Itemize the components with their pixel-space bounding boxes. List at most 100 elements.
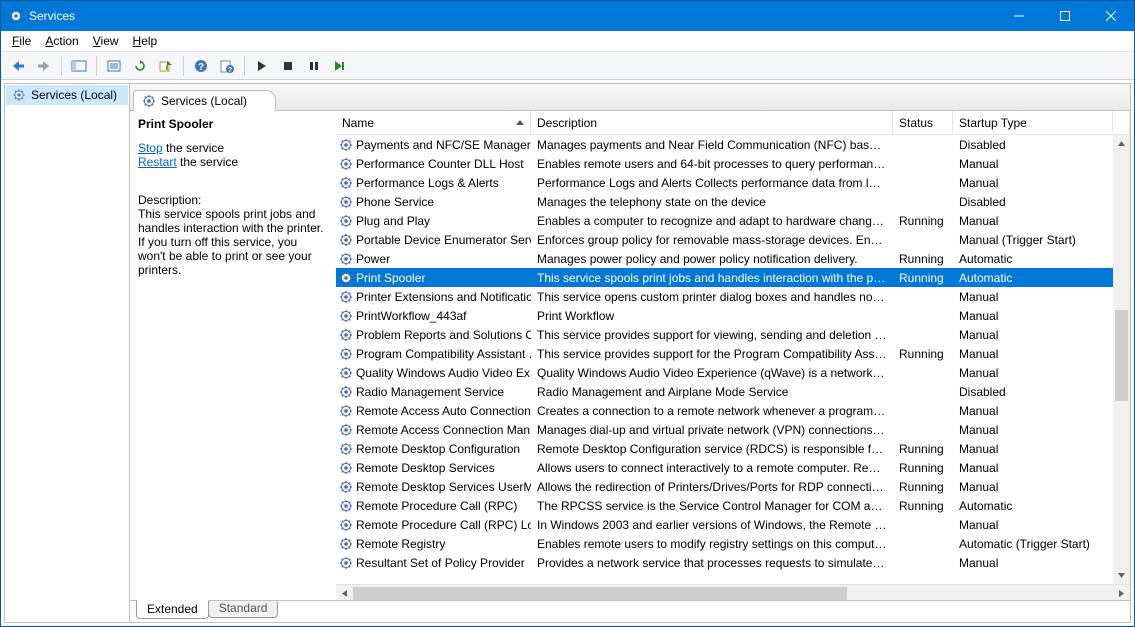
table-row[interactable]: PrintWorkflow_443afPrint WorkflowManual bbox=[336, 306, 1113, 325]
table-row[interactable]: Phone ServiceManages the telephony state… bbox=[336, 192, 1113, 211]
table-row[interactable]: Remote Desktop ConfigurationRemote Deskt… bbox=[336, 439, 1113, 458]
table-row[interactable]: Print SpoolerThis service spools print j… bbox=[336, 268, 1113, 287]
back-button[interactable] bbox=[6, 54, 30, 78]
refresh-button[interactable] bbox=[128, 54, 152, 78]
scroll-thumb[interactable] bbox=[1115, 310, 1128, 401]
gear-icon bbox=[338, 384, 353, 399]
service-name: Remote Desktop Configuration bbox=[356, 442, 520, 456]
table-row[interactable]: Remote Procedure Call (RPC)The RPCSS ser… bbox=[336, 496, 1113, 515]
table-row[interactable]: Program Compatibility Assistant ...This … bbox=[336, 344, 1113, 363]
restart-service-button[interactable] bbox=[328, 54, 352, 78]
gear-icon bbox=[338, 308, 353, 323]
gear-icon bbox=[338, 479, 353, 494]
table-row[interactable]: Performance Logs & AlertsPerformance Log… bbox=[336, 173, 1113, 192]
service-name: Remote Procedure Call (RPC) bbox=[356, 499, 517, 513]
tab-extended[interactable]: Extended bbox=[136, 600, 209, 619]
table-row[interactable]: Resultant Set of Policy ProviderProvides… bbox=[336, 553, 1113, 572]
service-name: Program Compatibility Assistant ... bbox=[356, 347, 531, 361]
toolbar-separator bbox=[96, 56, 97, 76]
help-topic-button[interactable]: ? bbox=[215, 54, 239, 78]
table-row[interactable]: PowerManages power policy and power poli… bbox=[336, 249, 1113, 268]
description-label: Description: bbox=[138, 193, 328, 207]
table-row[interactable]: Remote Desktop Services UserM...Allows t… bbox=[336, 477, 1113, 496]
table-row[interactable]: Remote Desktop ServicesAllows users to c… bbox=[336, 458, 1113, 477]
scroll-down-arrow-icon[interactable] bbox=[1113, 567, 1130, 584]
stop-service-link[interactable]: Stop bbox=[138, 141, 163, 155]
table-row[interactable]: Plug and PlayEnables a computer to recog… bbox=[336, 211, 1113, 230]
column-header-startup[interactable]: Startup Type bbox=[953, 111, 1113, 134]
gear-icon bbox=[338, 270, 353, 285]
service-startup-type: Manual bbox=[953, 157, 1113, 171]
table-row[interactable]: Printer Extensions and Notificatio...Thi… bbox=[336, 287, 1113, 306]
gear-icon bbox=[338, 232, 353, 247]
service-startup-type: Manual bbox=[953, 480, 1113, 494]
console-tree[interactable]: Services (Local) bbox=[4, 83, 130, 623]
scroll-right-arrow-icon[interactable] bbox=[1113, 585, 1130, 602]
service-startup-type: Disabled bbox=[953, 138, 1113, 152]
maximize-button[interactable] bbox=[1042, 1, 1088, 31]
svg-text:?: ? bbox=[228, 67, 232, 73]
toolbar-separator bbox=[61, 56, 62, 76]
table-row[interactable]: Performance Counter DLL HostEnables remo… bbox=[336, 154, 1113, 173]
tab-standard[interactable]: Standard bbox=[208, 601, 279, 618]
scroll-up-arrow-icon[interactable] bbox=[1113, 135, 1130, 152]
menu-view[interactable]: View bbox=[86, 32, 126, 50]
table-row[interactable]: Remote Access Auto Connection...Creates … bbox=[336, 401, 1113, 420]
toolbar-separator bbox=[244, 56, 245, 76]
table-row[interactable]: Remote RegistryEnables remote users to m… bbox=[336, 534, 1113, 553]
export-button[interactable] bbox=[154, 54, 178, 78]
table-body[interactable]: Payments and NFC/SE ManagerManages payme… bbox=[336, 135, 1113, 584]
gear-icon bbox=[338, 403, 353, 418]
table-row[interactable]: Remote Procedure Call (RPC) Lo...In Wind… bbox=[336, 515, 1113, 534]
table-row[interactable]: Portable Device Enumerator Servi...Enfor… bbox=[336, 230, 1113, 249]
column-header-name[interactable]: Name bbox=[336, 111, 531, 134]
service-name: Quality Windows Audio Video Ex... bbox=[356, 366, 531, 380]
table-row[interactable]: Payments and NFC/SE ManagerManages payme… bbox=[336, 135, 1113, 154]
show-hide-tree-button[interactable] bbox=[67, 54, 91, 78]
app-gear-icon bbox=[9, 9, 23, 23]
forward-button[interactable] bbox=[32, 54, 56, 78]
table-row[interactable]: Radio Management ServiceRadio Management… bbox=[336, 382, 1113, 401]
scroll-track[interactable] bbox=[353, 585, 1113, 602]
pause-service-button[interactable] bbox=[302, 54, 326, 78]
help-button[interactable]: ? bbox=[189, 54, 213, 78]
table-row[interactable]: Remote Access Connection Man...Manages d… bbox=[336, 420, 1113, 439]
stop-service-button[interactable] bbox=[276, 54, 300, 78]
scroll-left-arrow-icon[interactable] bbox=[336, 585, 353, 602]
column-header-description[interactable]: Description bbox=[531, 111, 893, 134]
service-description: Print Workflow bbox=[531, 309, 893, 323]
service-startup-type: Manual bbox=[953, 556, 1113, 570]
gear-icon bbox=[338, 213, 353, 228]
service-description: Enables remote users and 64-bit processe… bbox=[531, 157, 893, 171]
service-status: Running bbox=[893, 461, 953, 475]
horizontal-scrollbar[interactable] bbox=[336, 584, 1130, 601]
start-service-button[interactable] bbox=[250, 54, 274, 78]
tree-node-services-local[interactable]: Services (Local) bbox=[6, 85, 128, 105]
tree-node-label: Services (Local) bbox=[31, 88, 117, 102]
service-status: Running bbox=[893, 480, 953, 494]
service-startup-type: Manual bbox=[953, 328, 1113, 342]
table-row[interactable]: Problem Reports and Solutions C...This s… bbox=[336, 325, 1113, 344]
column-header-scroll bbox=[1113, 111, 1130, 134]
service-startup-type: Manual bbox=[953, 290, 1113, 304]
vertical-scrollbar[interactable] bbox=[1113, 135, 1130, 584]
table-header: Name Description Status Startup Type bbox=[336, 111, 1130, 135]
menu-file[interactable]: File bbox=[5, 32, 38, 50]
restart-service-link[interactable]: Restart bbox=[138, 155, 177, 169]
service-startup-type: Disabled bbox=[953, 385, 1113, 399]
menu-action[interactable]: Action bbox=[38, 32, 85, 50]
minimize-button[interactable] bbox=[996, 1, 1042, 31]
menu-help[interactable]: Help bbox=[126, 32, 165, 50]
service-startup-type: Manual bbox=[953, 214, 1113, 228]
close-button[interactable] bbox=[1088, 1, 1134, 31]
scroll-track[interactable] bbox=[1113, 152, 1130, 567]
properties-button[interactable] bbox=[102, 54, 126, 78]
column-header-status[interactable]: Status bbox=[893, 111, 953, 134]
table-row[interactable]: Quality Windows Audio Video Ex...Quality… bbox=[336, 363, 1113, 382]
description-text: This service spools print jobs and handl… bbox=[138, 207, 328, 277]
scroll-thumb[interactable] bbox=[353, 587, 847, 600]
gear-icon bbox=[13, 89, 26, 102]
gear-icon bbox=[338, 251, 353, 266]
services-window: Services File Action View Help ? ? bbox=[0, 0, 1135, 627]
gear-icon bbox=[338, 441, 353, 456]
